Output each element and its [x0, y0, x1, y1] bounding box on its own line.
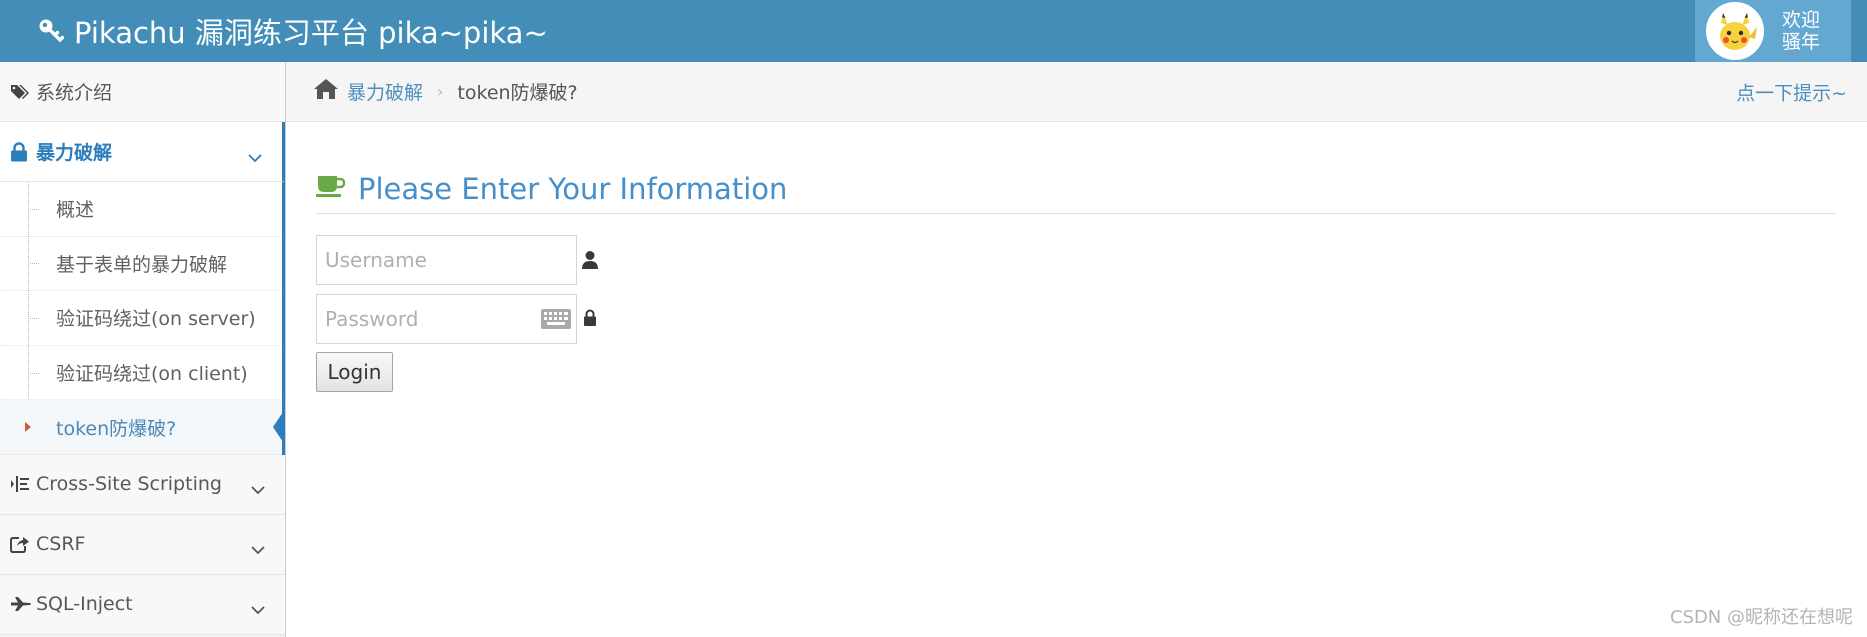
sidebar-item-label: 暴力破解 — [36, 142, 113, 164]
avatar — [1706, 2, 1764, 60]
user-greeting: 欢迎 骚年 — [1782, 9, 1820, 53]
sidebar-item-sql-inject[interactable]: SQL-Inject — [0, 574, 285, 635]
submenu-item-label: 基于表单的暴力破解 — [56, 253, 228, 276]
main-content: Please Enter Your Information Login — [286, 122, 1867, 637]
submenu-item-captcha-server[interactable]: 验证码绕过(on server) — [0, 291, 282, 346]
sidebar-item-label: CSRF — [36, 533, 86, 556]
key-icon — [38, 18, 64, 44]
submenu-item-captcha-client[interactable]: 验证码绕过(on client) — [0, 346, 282, 401]
submenu-item-form-brute-force[interactable]: 基于表单的暴力破解 — [0, 237, 282, 292]
hint-link[interactable]: 点一下提示~ — [1736, 78, 1847, 105]
share-icon — [10, 535, 36, 554]
username-input[interactable] — [316, 235, 577, 285]
sidebar-item-xss[interactable]: Cross-Site Scripting — [0, 454, 285, 515]
chevron-down-icon — [251, 598, 265, 620]
chevron-down-icon — [251, 478, 265, 500]
brand[interactable]: Pikachu 漏洞练习平台 pika~pika~ — [38, 6, 548, 56]
sidebar-item-label: SQL-Inject — [36, 593, 133, 616]
submenu-item-label: 验证码绕过(on client) — [56, 363, 248, 386]
breadcrumb-current: token防爆破? — [457, 82, 578, 104]
submenu-item-overview[interactable]: 概述 — [0, 182, 282, 237]
user-icon — [582, 250, 598, 274]
sidebar-item-brute-force[interactable]: 暴力破解 — [0, 122, 285, 182]
submenu-item-label: 验证码绕过(on server) — [56, 308, 256, 331]
home-icon[interactable] — [313, 78, 339, 105]
sidebar: 系统介绍 暴力破解 概述 基于表单的暴力破解 验证码绕过(on server) … — [0, 62, 286, 637]
active-pointer-icon — [273, 409, 285, 446]
password-input[interactable] — [316, 294, 577, 344]
brand-title: Pikachu 漏洞练习平台 pika~pika~ — [74, 16, 548, 50]
caret-right-icon — [25, 422, 31, 433]
watermark: CSDN @昵称还在想呢 — [1669, 607, 1853, 628]
form-heading: Please Enter Your Information — [316, 164, 1836, 214]
form-title: Please Enter Your Information — [358, 171, 788, 206]
keyboard-icon[interactable] — [541, 309, 571, 333]
sidebar-item-label: Cross-Site Scripting — [36, 473, 222, 496]
tags-icon — [10, 83, 36, 101]
top-navbar: Pikachu 漏洞练习平台 pika~pika~ 欢迎 骚年 — [0, 0, 1867, 62]
breadcrumb-parent-link[interactable]: 暴力破解 — [347, 78, 423, 105]
indent-icon — [10, 475, 36, 493]
user-greeting-line1: 欢迎 — [1782, 9, 1821, 31]
coffee-icon — [316, 172, 346, 206]
submenu-item-label: 概述 — [56, 199, 95, 222]
chevron-down-icon — [251, 538, 265, 560]
lock-icon — [583, 309, 597, 331]
sidebar-item-csrf[interactable]: CSRF — [0, 514, 285, 575]
submenu-item-token[interactable]: token防爆破? — [0, 400, 285, 455]
sidebar-item-system-intro[interactable]: 系统介绍 — [0, 62, 285, 122]
brute-force-submenu: 概述 基于表单的暴力破解 验证码绕过(on server) 验证码绕过(on c… — [0, 182, 285, 455]
submenu-item-label: token防爆破? — [56, 417, 177, 440]
chevron-down-icon — [248, 146, 262, 168]
lock-icon — [10, 141, 36, 162]
breadcrumb: 暴力破解 › token防爆破? 点一下提示~ — [286, 62, 1867, 122]
user-menu[interactable]: 欢迎 骚年 — [1695, 0, 1851, 62]
chevron-right-icon: › — [437, 82, 444, 101]
fighter-jet-icon — [10, 596, 36, 612]
login-button[interactable]: Login — [316, 352, 393, 392]
sidebar-item-label: 系统介绍 — [36, 82, 113, 104]
user-greeting-line2: 骚年 — [1782, 31, 1821, 53]
